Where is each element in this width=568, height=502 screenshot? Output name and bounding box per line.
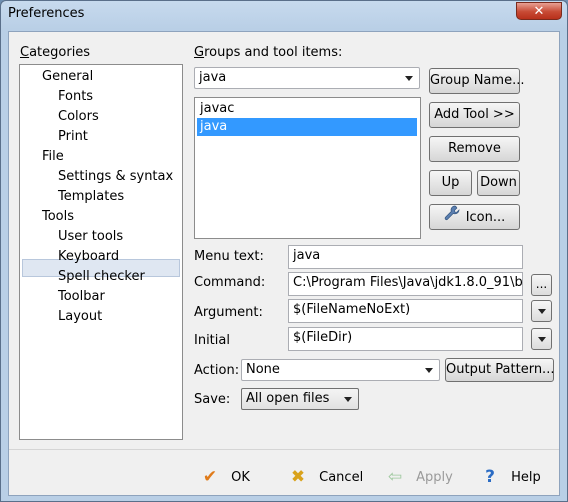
chevron-down-icon <box>538 309 546 314</box>
up-label: Up <box>441 175 460 190</box>
close-icon: ✕ <box>533 4 545 19</box>
window-title: Preferences <box>8 6 85 21</box>
tree-item-toolbar[interactable]: Toolbar <box>58 289 105 304</box>
help-button[interactable]: ? Help <box>479 465 541 489</box>
save-label: Save: <box>194 392 231 407</box>
menu-text-field[interactable]: java <box>288 245 523 269</box>
argument-field[interactable]: $(FileNameNoExt) <box>288 299 523 323</box>
browse-command-button[interactable]: ... <box>531 274 552 296</box>
add-tool-label: Add Tool >> <box>434 107 515 122</box>
action-select[interactable]: None <box>241 359 440 381</box>
action-select-value: None <box>246 362 280 377</box>
remove-label: Remove <box>448 141 501 156</box>
down-button[interactable]: Down <box>477 170 520 196</box>
menu-text-label: Menu text: <box>194 249 264 264</box>
cancel-icon: ✖ <box>290 467 306 487</box>
tree-item-file[interactable]: File <box>42 149 64 164</box>
preferences-window: Preferences ✕ Categories General Fonts Col… <box>0 0 568 502</box>
remove-button[interactable]: Remove <box>429 136 520 162</box>
down-label: Down <box>480 175 517 190</box>
chevron-down-icon <box>538 337 546 342</box>
command-value: C:\Program Files\Java\jdk1.8.0_91\bin\ja <box>293 275 523 290</box>
icon-button[interactable]: Icon... <box>429 204 520 230</box>
list-item-java[interactable]: java <box>197 118 417 136</box>
tree-item-templates[interactable]: Templates <box>58 189 124 204</box>
tree-item-keyboard[interactable]: Keyboard <box>58 249 119 264</box>
ok-label: OK <box>231 469 250 485</box>
groups-label: Groups and tool items: <box>194 45 343 60</box>
categories-tree[interactable]: General Fonts Colors Print File Settings & sy… <box>19 64 183 440</box>
up-button[interactable]: Up <box>429 170 472 196</box>
tree-item-fonts[interactable]: Fonts <box>58 89 93 104</box>
icon-label: Icon... <box>465 210 506 225</box>
tree-item-general[interactable]: General <box>42 69 93 84</box>
close-button[interactable]: ✕ <box>516 2 562 20</box>
chevron-down-icon <box>344 397 352 402</box>
tree-item-settings-syntax[interactable]: Settings & syntax <box>58 169 173 184</box>
tool-items-list[interactable]: javac java <box>194 97 421 239</box>
group-select[interactable]: java <box>194 67 420 89</box>
help-label: Help <box>511 469 541 485</box>
chevron-down-icon <box>405 76 413 81</box>
footer-divider <box>9 449 559 450</box>
title-bar[interactable]: Preferences ✕ <box>1 1 567 29</box>
menu-text-value: java <box>293 248 321 263</box>
wrench-icon <box>444 205 460 230</box>
initial-dir-value: $(FileDir) <box>293 330 353 345</box>
argument-value: $(FileNameNoExt) <box>293 302 411 317</box>
tree-item-layout[interactable]: Layout <box>58 309 102 324</box>
tree-item-spell-checker[interactable]: Spell checker <box>58 269 145 284</box>
group-name-button[interactable]: Group Name... <box>429 68 524 94</box>
argument-label: Argument: <box>194 305 263 320</box>
command-label: Command: <box>194 275 266 290</box>
action-label: Action: <box>194 363 240 378</box>
tree-item-tools[interactable]: Tools <box>42 209 74 224</box>
dialog-client-area: Categories General Fonts Colors Print File Se… <box>8 31 560 496</box>
cancel-button[interactable]: ✖ Cancel <box>287 465 363 489</box>
output-pattern-label: Output Pattern... <box>446 362 555 377</box>
list-item-javac[interactable]: javac <box>197 100 417 118</box>
tree-item-print[interactable]: Print <box>58 129 88 144</box>
save-select[interactable]: All open files <box>241 388 359 410</box>
chevron-down-icon <box>425 368 433 373</box>
categories-label: Categories <box>20 45 91 60</box>
argument-macro-button[interactable] <box>531 300 552 322</box>
group-select-value: java <box>199 70 227 85</box>
tree-item-colors[interactable]: Colors <box>58 109 99 124</box>
initial-macro-button[interactable] <box>531 328 552 350</box>
list-item-label: java <box>200 119 228 134</box>
add-tool-button[interactable]: Add Tool >> <box>429 102 520 128</box>
initial-label: Initial <box>194 333 230 348</box>
apply-button[interactable]: ⇦ Apply <box>384 465 453 489</box>
list-item-label: javac <box>200 101 235 116</box>
apply-label: Apply <box>416 469 453 485</box>
output-pattern-button[interactable]: Output Pattern... <box>445 358 554 382</box>
ok-button[interactable]: ✔ OK <box>199 465 250 489</box>
cancel-label: Cancel <box>319 469 364 485</box>
browse-label: ... <box>535 277 548 291</box>
checkmark-icon: ✔ <box>202 467 218 487</box>
save-select-value: All open files <box>246 391 330 406</box>
initial-dir-field[interactable]: $(FileDir) <box>288 327 523 351</box>
help-icon: ? <box>485 467 495 487</box>
group-name-label: Group Name... <box>430 73 525 88</box>
command-field[interactable]: C:\Program Files\Java\jdk1.8.0_91\bin\ja <box>288 272 523 296</box>
tree-item-user-tools[interactable]: User tools <box>58 229 123 244</box>
apply-arrow-icon: ⇦ <box>387 467 403 487</box>
